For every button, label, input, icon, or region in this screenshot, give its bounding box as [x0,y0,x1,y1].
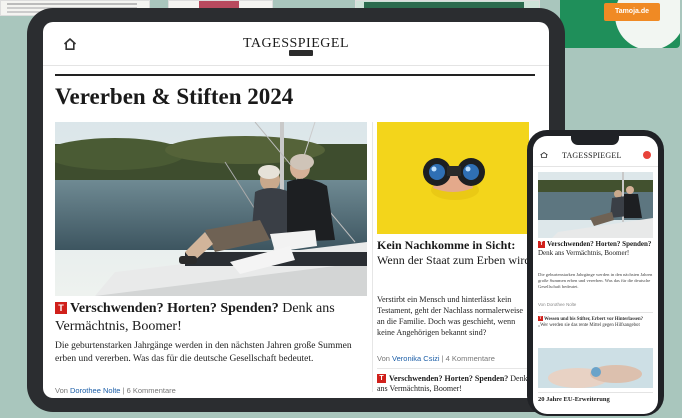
tagesspiegel-plus-icon: T [538,316,543,321]
side-headline-rest: Wenn der Staat zum Erben wird [377,253,531,267]
phone-device: TAGESSPIEGEL T Verschwenden? Horten? Spen… [527,130,664,416]
side-author-link[interactable]: Veronika Csizi [392,354,440,363]
home-icon[interactable] [540,152,548,158]
phone-section-footer[interactable]: 20 Jahre EU-Erweiterung [538,396,653,403]
side-article-image[interactable] [377,122,529,234]
phone-second-headline[interactable]: T Wessen und bis Stifter, Erbert vor Hint… [538,316,653,330]
hero-meta: Von Dorothee Nolte | 6 Kommentare [55,386,176,395]
ad-cta-button[interactable]: Tamoja.de [604,3,660,21]
phone-headline[interactable]: T Verschwenden? Horten? Spenden? Denk ans… [538,240,653,257]
side-divider [377,368,529,369]
hero-meta-prefix: Von [55,386,71,395]
phone-second-image[interactable] [538,348,653,388]
side-comments-link[interactable]: 4 Kommentare [446,354,495,363]
phone-screen: TAGESSPIEGEL T Verschwenden? Horten? Spen… [533,136,658,414]
home-icon[interactable] [63,37,77,51]
side-meta-prefix: Von [377,354,393,363]
hero-lead: Die geburtenstarken Jahrgänge werden in … [55,341,352,364]
tablet-screen: TAGESSPIEGEL Vererben & Stiften 2024 T V… [43,22,549,398]
phone-notch [571,136,619,145]
side-related-link[interactable]: T Verschwenden? Horten? Spenden? Denk ans… [377,374,531,394]
phone-head2-bold: Wessen und bis Stifter, Erbert vor Hinte… [544,317,644,322]
phone-divider [538,312,653,313]
hero-comments-link[interactable]: 6 Kommentare [127,386,176,395]
site-header: TAGESSPIEGEL [43,22,549,66]
side-related-bold: Verschwenden? Horten? Spenden? [389,374,509,383]
menu-icon[interactable] [643,151,651,159]
hero-headline[interactable]: T Verschwenden? Horten? Spenden? Denk ans… [55,300,367,336]
phone-lead: Die geburtenstarken Jahrgänge werden in … [538,272,653,290]
phone-header: TAGESSPIEGEL [533,145,658,167]
side-meta: Von Veronika Csizi | 4 Kommentare [377,354,495,363]
phone-headline-bold: Verschwenden? Horten? Spenden? [547,240,652,248]
phone-meta: Von Dorothee Nolte [538,302,577,307]
hero-headline-bold: Verschwenden? Horten? Spenden? [70,301,279,316]
column-divider [372,122,373,392]
tagesspiegel-plus-icon: T [538,241,545,248]
section-title: Vererben & Stiften 2024 [55,84,294,109]
phone-hero-image[interactable] [538,172,653,238]
tablet-device: TAGESSPIEGEL Vererben & Stiften 2024 T V… [27,8,565,412]
hero-author-link[interactable]: Dorothee Nolte [70,386,120,395]
side-headline[interactable]: Kein Nachkomme in Sicht: Wenn der Staat … [377,238,531,268]
phone-headline-rest: Denk ans Vermächtnis, Boomer! [538,248,630,257]
side-lead: Verstirbt ein Mensch und hinterlässt kei… [377,295,524,337]
tagesspiegel-plus-icon: T [55,302,67,314]
phone-head2-rest: „Wer werden sie das rente Mittel gegen H… [538,323,640,329]
logo-crest-icon [289,50,313,56]
hero-image[interactable] [55,122,367,296]
phone-site-logo[interactable]: TAGESSPIEGEL [562,151,622,160]
section-rule [55,74,535,76]
side-headline-bold: Kein Nachkomme in Sicht: [377,238,516,252]
tagesspiegel-plus-icon: T [377,374,386,383]
phone-footer-divider [538,392,653,393]
